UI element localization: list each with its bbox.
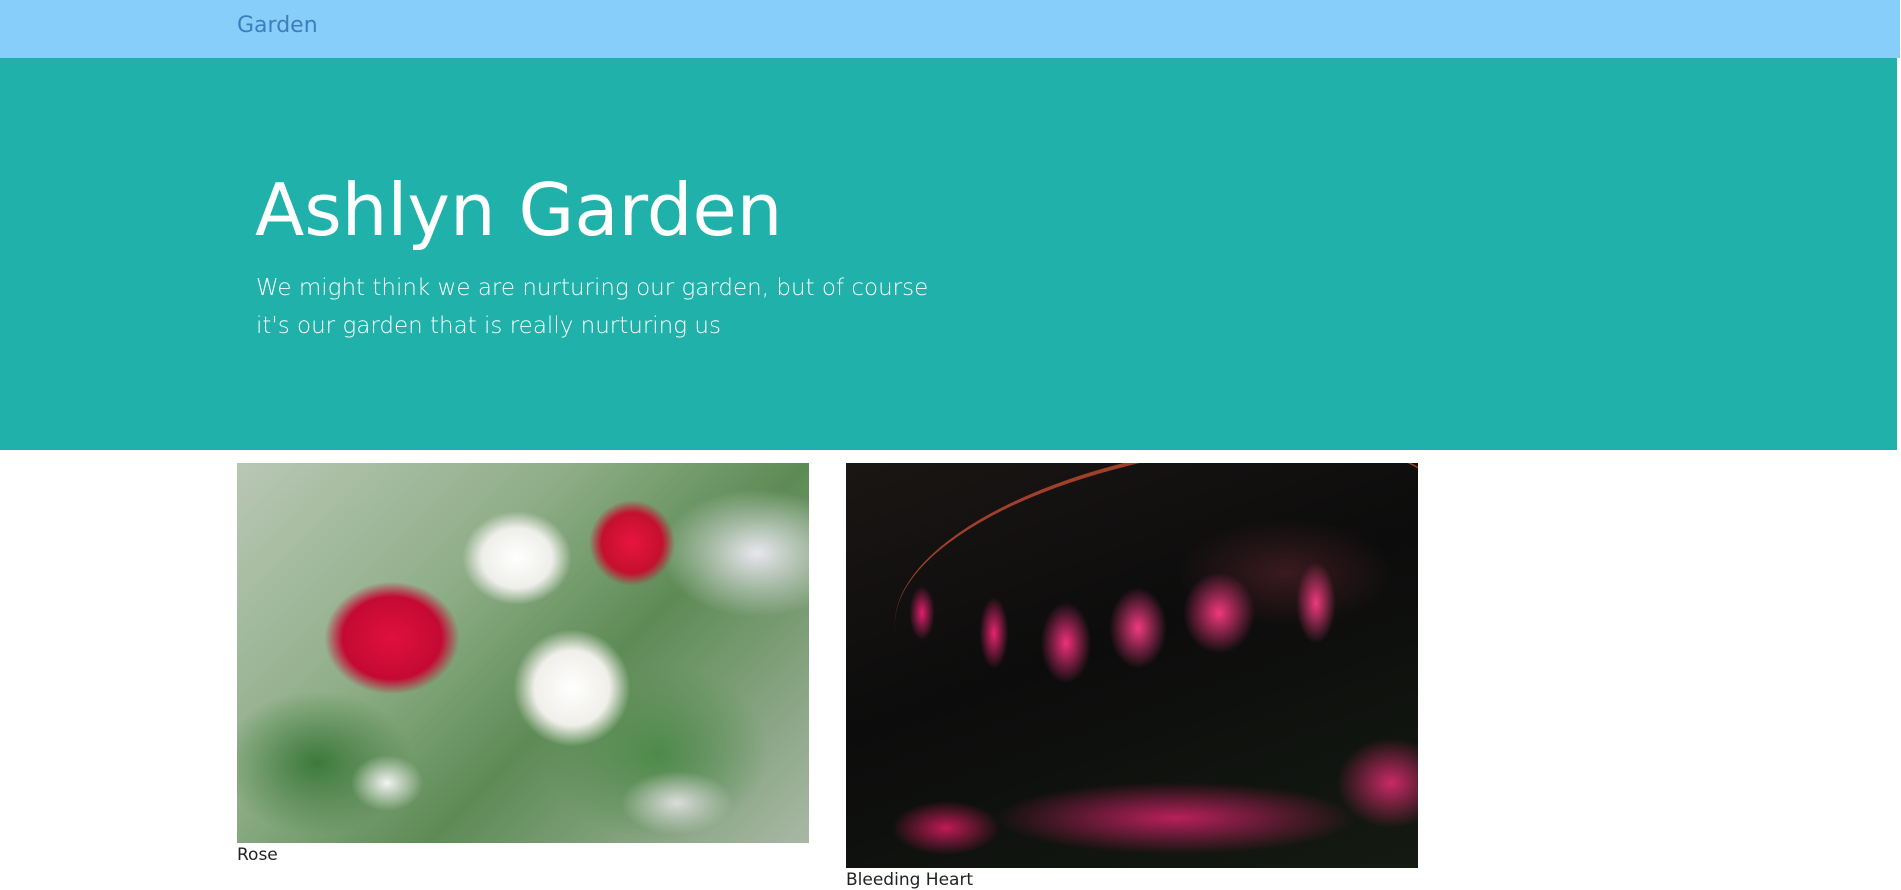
gallery-card-bleeding-heart: Bleeding Heart	[846, 463, 1418, 890]
hero-banner: Ashlyn Garden We might think we are nurt…	[0, 58, 1897, 450]
page: Garden Ashlyn Garden We might think we a…	[0, 0, 1901, 890]
top-navbar: Garden	[0, 0, 1900, 58]
bleeding-heart-caption: Bleeding Heart	[846, 870, 974, 890]
hero-tagline: We might think we are nurturing our gard…	[256, 275, 929, 339]
brand-link[interactable]: Garden	[237, 13, 318, 38]
page-title: Ashlyn Garden	[255, 168, 783, 252]
rose-caption: Rose	[237, 845, 278, 865]
flower-stem	[876, 463, 1418, 632]
rose-photo[interactable]	[237, 463, 809, 843]
bleeding-heart-photo[interactable]	[846, 463, 1418, 868]
gallery-card-rose: Rose	[237, 463, 809, 865]
